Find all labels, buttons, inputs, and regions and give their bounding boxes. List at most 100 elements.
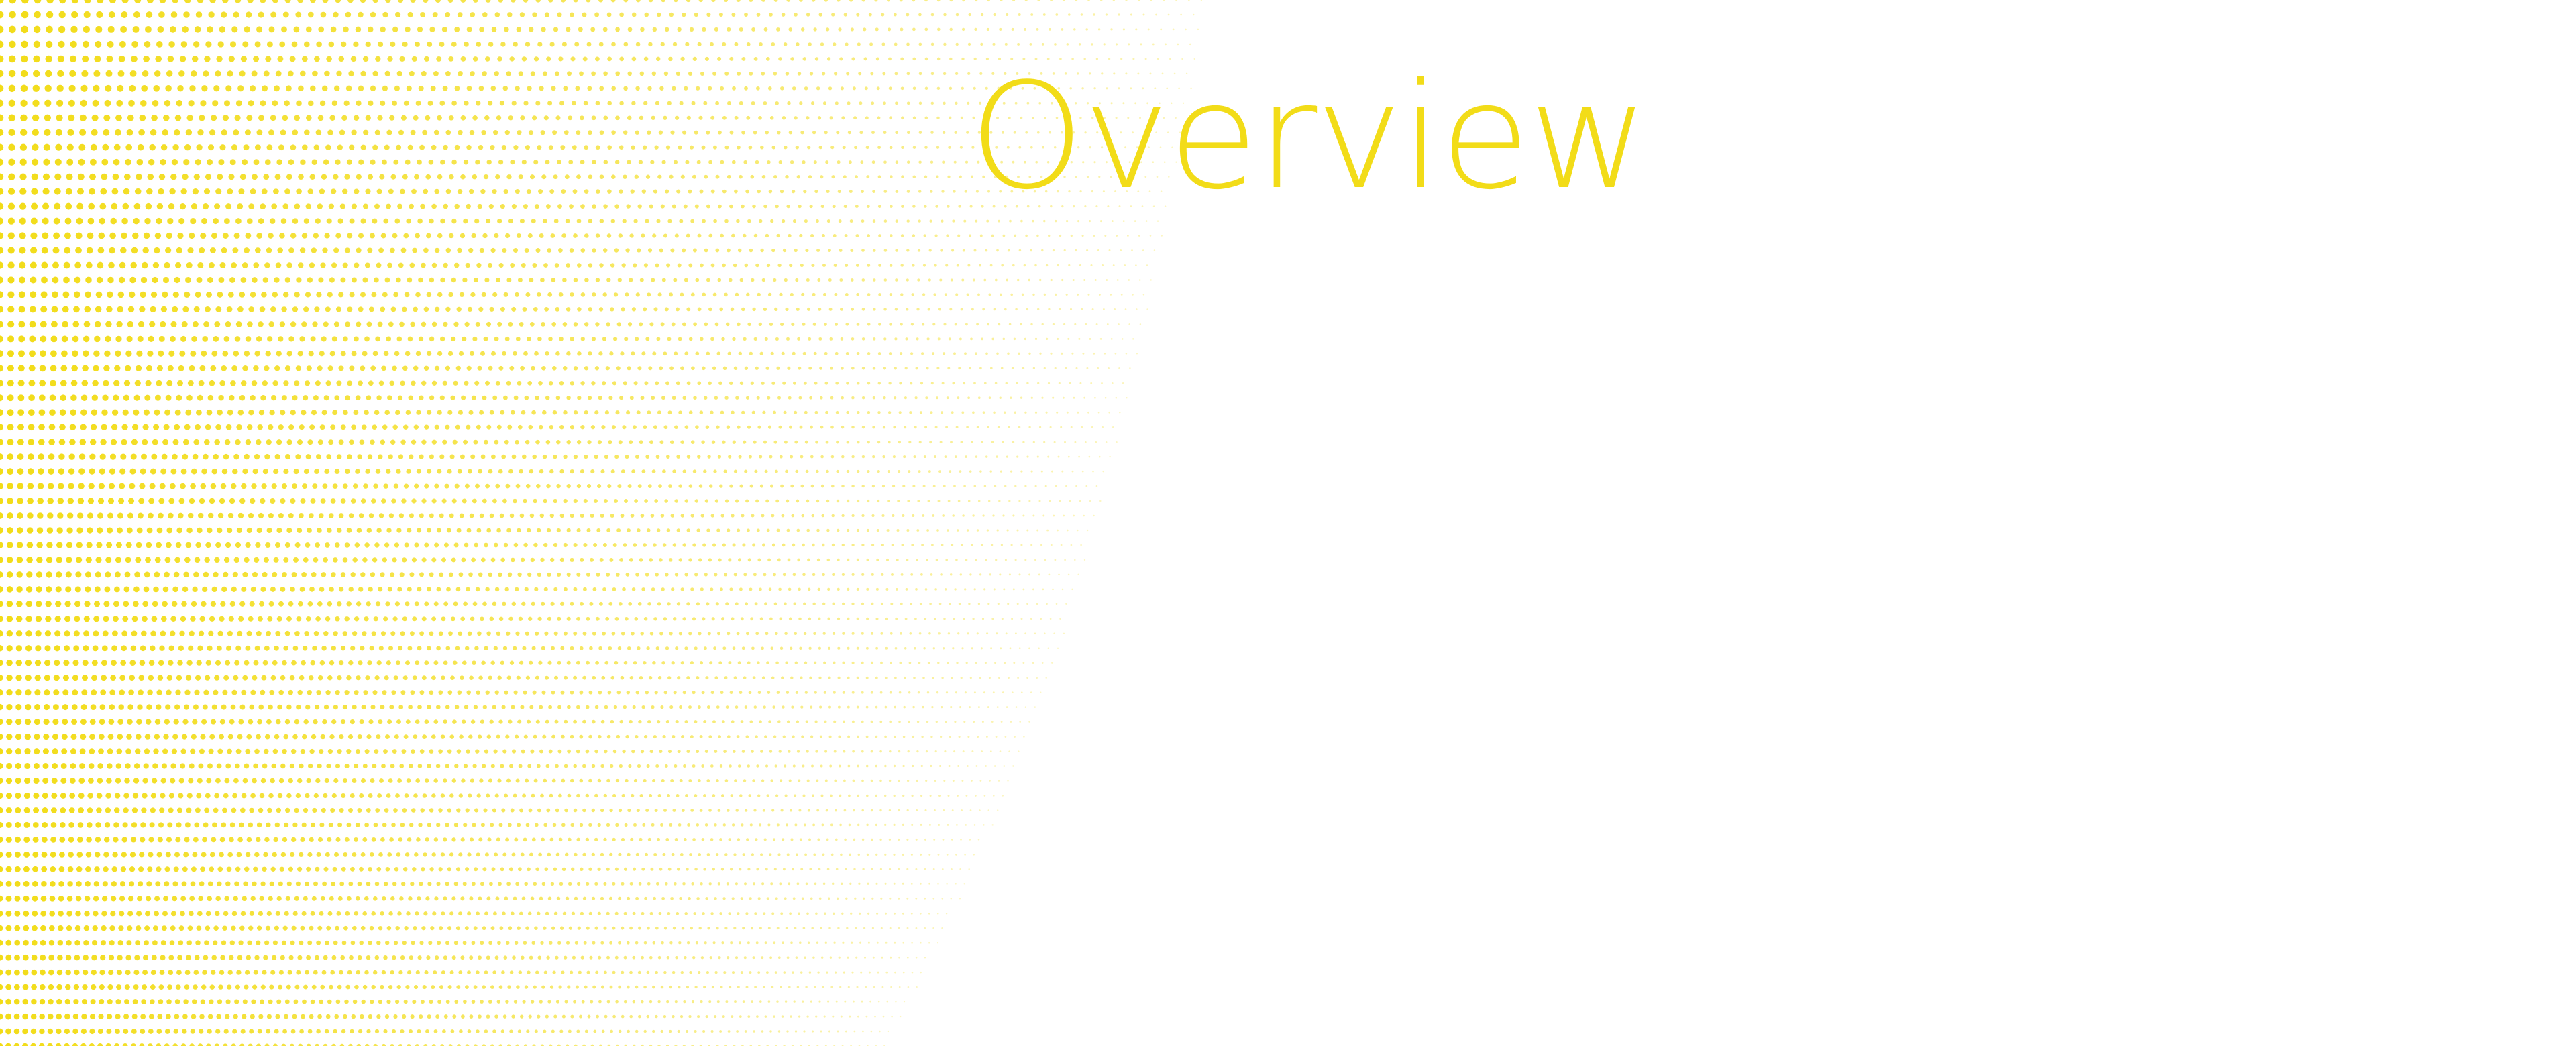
pattern-dot bbox=[34, 689, 41, 696]
pattern-dot bbox=[436, 56, 442, 62]
pattern-dot bbox=[314, 955, 319, 960]
pattern-dot bbox=[28, 394, 35, 402]
pattern-dot bbox=[251, 70, 258, 77]
pattern-dot bbox=[156, 202, 164, 210]
pattern-dot bbox=[332, 557, 338, 563]
pattern-dot bbox=[564, 719, 568, 724]
pattern-dot bbox=[521, 749, 525, 754]
pattern-dot bbox=[352, 557, 358, 563]
pattern-dot bbox=[120, 660, 127, 666]
pattern-dot bbox=[256, 527, 262, 534]
pattern-dot bbox=[311, 410, 317, 416]
pattern-dot bbox=[491, 27, 497, 32]
pattern-dot bbox=[490, 145, 495, 150]
pattern-dot bbox=[556, 528, 561, 533]
pattern-dot bbox=[37, 498, 44, 504]
pattern-dot bbox=[63, 660, 70, 666]
pattern-dot bbox=[342, 778, 347, 784]
pattern-dot bbox=[644, 381, 649, 386]
pattern-dot bbox=[661, 160, 666, 164]
pattern-dot bbox=[470, 292, 476, 298]
pattern-dot bbox=[724, 71, 729, 76]
pattern-dot bbox=[647, 602, 651, 606]
pattern-dot bbox=[271, 203, 278, 209]
pattern-dot bbox=[50, 866, 56, 872]
pattern-dot bbox=[254, 955, 260, 960]
pattern-dot bbox=[440, 793, 445, 798]
pattern-dot bbox=[189, 232, 195, 239]
pattern-dot bbox=[381, 764, 386, 768]
pattern-dot bbox=[91, 689, 97, 696]
pattern-dot bbox=[394, 867, 399, 872]
pattern-dot bbox=[368, 100, 374, 106]
pattern-dot bbox=[519, 513, 525, 518]
pattern-dot bbox=[192, 321, 199, 327]
pattern-dot bbox=[592, 204, 596, 209]
pattern-dot bbox=[68, 114, 75, 121]
pattern-dot bbox=[128, 689, 134, 696]
pattern-dot bbox=[666, 528, 671, 532]
pattern-dot bbox=[27, 498, 34, 504]
pattern-dot bbox=[24, 719, 32, 725]
pattern-dot bbox=[291, 925, 297, 931]
pattern-dot bbox=[431, 852, 436, 857]
pattern-dot bbox=[85, 557, 92, 563]
pattern-dot bbox=[731, 233, 735, 238]
pattern-dot bbox=[490, 454, 496, 459]
pattern-dot bbox=[33, 55, 40, 63]
pattern-dot bbox=[121, 630, 128, 637]
pattern-dot bbox=[405, 985, 410, 990]
pattern-dot bbox=[465, 867, 470, 872]
pattern-dot bbox=[252, 984, 258, 990]
pattern-dot bbox=[293, 999, 299, 1004]
pattern-dot bbox=[164, 1029, 170, 1034]
pattern-dot bbox=[671, 322, 676, 327]
pattern-dot bbox=[99, 999, 105, 1005]
pattern-dot bbox=[56, 542, 63, 548]
pattern-dot bbox=[584, 145, 589, 150]
pattern-dot bbox=[93, 350, 100, 357]
pattern-dot bbox=[289, 852, 295, 858]
pattern-dot bbox=[513, 395, 519, 400]
pattern-dot bbox=[609, 351, 614, 356]
pattern-dot bbox=[32, 70, 40, 78]
pattern-dot bbox=[765, 57, 770, 61]
pattern-dot bbox=[225, 1014, 230, 1019]
pattern-dot bbox=[372, 70, 378, 77]
pattern-dot bbox=[594, 793, 598, 798]
pattern-dot bbox=[135, 557, 142, 563]
pattern-dot bbox=[433, 837, 439, 842]
pattern-dot bbox=[211, 233, 217, 239]
pattern-dot bbox=[437, 469, 442, 474]
pattern-dot bbox=[371, 984, 376, 990]
pattern-dot bbox=[202, 203, 209, 210]
pattern-dot bbox=[394, 351, 400, 357]
pattern-dot bbox=[621, 469, 625, 474]
pattern-dot bbox=[236, 424, 242, 430]
pattern-dot bbox=[808, 42, 812, 46]
pattern-dot bbox=[588, 263, 593, 268]
pattern-dot bbox=[286, 85, 292, 92]
pattern-dot bbox=[20, 114, 28, 122]
pattern-dot bbox=[693, 322, 697, 327]
pattern-dot bbox=[93, 70, 101, 77]
pattern-dot bbox=[214, 675, 220, 681]
pattern-dot bbox=[449, 793, 454, 798]
pattern-dot bbox=[239, 394, 246, 401]
pattern-dot bbox=[361, 778, 366, 783]
pattern-dot bbox=[281, 483, 287, 489]
pattern-dot bbox=[541, 837, 545, 842]
pattern-dot bbox=[0, 394, 3, 402]
pattern-dot bbox=[17, 512, 23, 519]
pattern-dot bbox=[355, 395, 361, 401]
pattern-dot bbox=[767, 160, 771, 164]
pattern-dot bbox=[209, 616, 215, 622]
pattern-dot bbox=[775, 204, 779, 209]
pattern-dot bbox=[245, 336, 252, 342]
pattern-dot bbox=[525, 145, 530, 150]
pattern-dot bbox=[221, 704, 227, 710]
pattern-dot bbox=[476, 528, 482, 533]
pattern-dot bbox=[567, 793, 572, 798]
pattern-dot bbox=[509, 56, 515, 62]
pattern-dot bbox=[585, 705, 590, 709]
